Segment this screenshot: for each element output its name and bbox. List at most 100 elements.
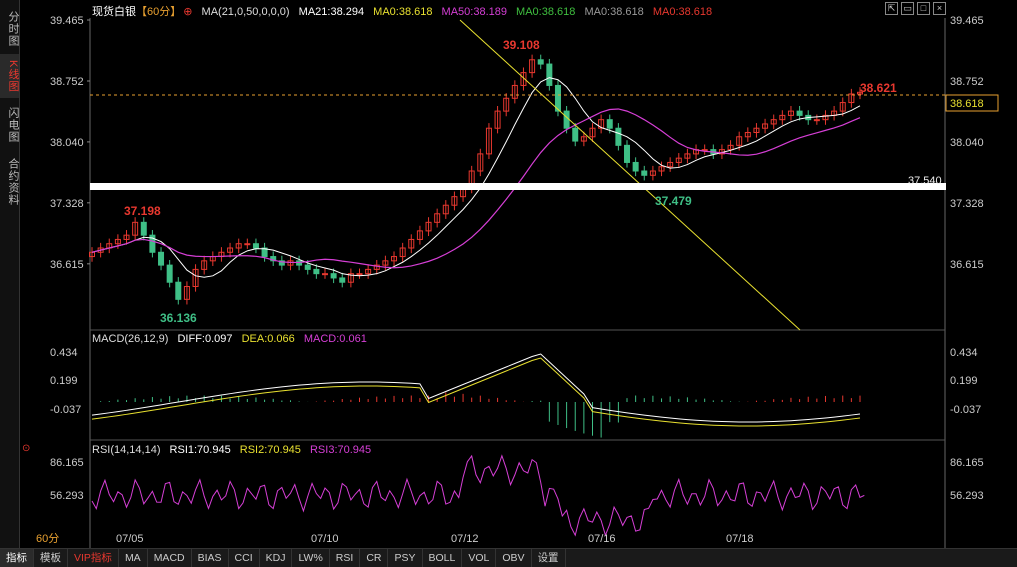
ma0-value-1: MA0:38.618	[373, 6, 433, 18]
price-label-right-2: 38.040	[950, 137, 984, 149]
support-label: 37.540	[908, 175, 942, 187]
support-band	[90, 183, 946, 190]
price-label-left-1: 38.752	[50, 76, 84, 88]
candle	[304, 264, 311, 270]
toolbar-item-8[interactable]: LW%	[292, 549, 330, 567]
rsi-label-left-0: 86.165	[50, 457, 84, 469]
target-icon[interactable]: ⊙	[22, 443, 30, 454]
macd-label-right-2: -0.037	[950, 404, 981, 416]
candle	[244, 243, 251, 246]
rsi-line	[91, 454, 865, 537]
last-label: 38.621	[860, 81, 897, 95]
close-icon[interactable]: ×	[933, 2, 946, 15]
rsi-title: RSI(14,14,14)	[92, 444, 161, 456]
date-label-3: 07/16	[588, 533, 616, 545]
rsi-header: RSI(14,14,14) RSI1:70.945 RSI2:70.945 RS…	[92, 444, 377, 456]
toolbar-item-2[interactable]: VIP指标	[68, 549, 119, 567]
price-label-right-1: 38.752	[950, 76, 984, 88]
ma0-value-2: MA0:38.618	[516, 6, 576, 18]
toolbar-item-11[interactable]: PSY	[388, 549, 423, 567]
toolbar-item-9[interactable]: RSI	[330, 549, 361, 567]
candle	[624, 144, 631, 163]
restore-icon[interactable]: ▭	[901, 2, 914, 15]
price-label-left-2: 38.040	[50, 137, 84, 149]
maximize-icon[interactable]: □	[917, 2, 930, 15]
rsi2-value: RSI2:70.945	[239, 444, 301, 456]
toolbar-item-12[interactable]: BOLL	[423, 549, 463, 567]
candle	[606, 119, 613, 129]
price-header: 现货白银【60分】 ⊕ MA(21,0,50,0,0,0) MA21:38.294…	[92, 3, 718, 19]
candle	[563, 110, 570, 129]
resize-icon[interactable]: ⇱	[885, 2, 898, 15]
candle	[813, 119, 820, 122]
toolbar-item-5[interactable]: BIAS	[192, 549, 229, 567]
macd-title: MACD(26,12,9)	[92, 333, 169, 345]
price-label-left-3: 37.328	[50, 198, 84, 210]
toolbar-item-10[interactable]: CR	[360, 549, 389, 567]
candle	[321, 273, 328, 276]
macd-label-left-2: -0.037	[50, 404, 81, 416]
candle	[158, 251, 165, 266]
macd-label-right-0: 0.434	[950, 347, 978, 359]
current-price-value: 38.618	[950, 98, 984, 110]
macd-label-left-1: 0.199	[50, 375, 78, 387]
ma0-value-3: MA0:38.618	[584, 6, 644, 18]
date-label-4: 07/18	[726, 533, 754, 545]
ma-param: MA(21,0,50,0,0,0)	[201, 6, 290, 18]
settings-icon: ⊕	[183, 6, 193, 18]
toolbar-item-13[interactable]: VOL	[462, 549, 497, 567]
macd-value: MACD:0.061	[303, 333, 367, 345]
toolbar-item-14[interactable]: OBV	[496, 549, 532, 567]
candle	[166, 264, 173, 283]
rsi1-value: RSI1:70.945	[169, 444, 231, 456]
ma21-line	[91, 77, 861, 278]
candle	[537, 59, 544, 65]
candle	[313, 268, 320, 275]
candle	[339, 277, 346, 283]
trend-line	[459, 19, 801, 331]
main-chart[interactable]: 39.465 39.465 38.752 38.752 38.040 38.040 37.3…	[0, 0, 1017, 548]
macd-dea: DEA:0.066	[241, 333, 295, 345]
candle	[140, 221, 147, 236]
price-label-right-3: 37.328	[950, 198, 984, 210]
macd-diff: DIFF:0.097	[177, 333, 233, 345]
price-label-left-0: 39.465	[50, 15, 84, 27]
ma50-value: MA50:38.189	[441, 6, 507, 18]
candle	[641, 170, 648, 176]
diff-line	[91, 353, 861, 423]
date-label-2: 07/12	[451, 533, 479, 545]
peak-label: 37.198	[124, 204, 161, 218]
toolbar-item-7[interactable]: KDJ	[260, 549, 293, 567]
candle	[356, 273, 363, 276]
candle	[252, 243, 259, 249]
candle	[175, 281, 182, 300]
candle	[632, 161, 639, 172]
ma21-value: MA21:38.294	[298, 6, 365, 18]
low-label: 36.136	[160, 311, 197, 325]
rsi-label-right-0: 86.165	[950, 457, 984, 469]
toolbar-item-6[interactable]: CCI	[229, 549, 260, 567]
indicator-toolbar: 指标 模板 VIP指标 MA MACD BIAS CCI KDJ LW% RSI CR PSY BOLL…	[0, 548, 1017, 567]
rsi-label-left-1: 56.293	[50, 490, 84, 502]
candle	[546, 63, 553, 86]
macd-label-right-1: 0.199	[950, 375, 978, 387]
price-label-right-0: 39.465	[950, 15, 984, 27]
toolbar-item-0[interactable]: 指标	[0, 549, 34, 567]
dea-line	[91, 357, 861, 427]
candle	[572, 127, 579, 142]
toolbar-item-15[interactable]: 设置	[532, 549, 566, 567]
macd-header: MACD(26,12,9) DIFF:0.097 DEA:0.066 MACD:…	[92, 333, 373, 345]
toolbar-item-1[interactable]: 模板	[34, 549, 68, 567]
ma0-value-4: MA0:38.618	[652, 6, 713, 18]
high-label: 39.108	[503, 38, 540, 52]
price-label-left-4: 36.615	[50, 259, 84, 271]
toolbar-item-3[interactable]: MA	[119, 549, 148, 567]
date-label-0: 07/05	[116, 533, 144, 545]
period-label: 【60分】	[136, 6, 182, 18]
date-label-1: 07/10	[311, 533, 339, 545]
price-label-right-4: 36.615	[950, 259, 984, 271]
candle	[330, 273, 337, 279]
period-indicator[interactable]: 60分	[36, 530, 59, 546]
toolbar-item-4[interactable]: MACD	[148, 549, 192, 567]
candle	[796, 110, 803, 116]
